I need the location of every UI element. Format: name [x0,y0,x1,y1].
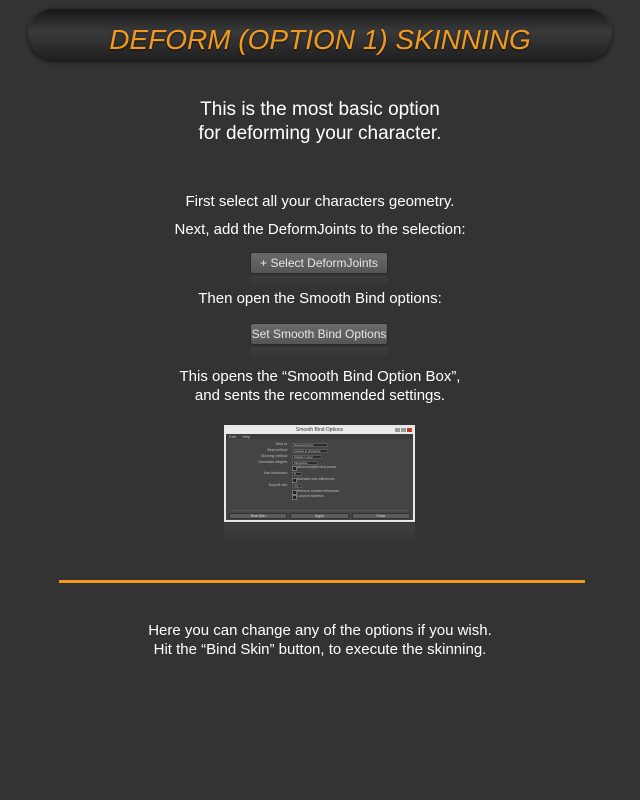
dialog-checkbox-label: Allow multiple bind poses [297,465,337,469]
menu-edit: Edit [229,434,236,439]
step-opens-box-line-2: and sents the recommended settings. [194,387,446,404]
dialog-label: Skinning method: [260,454,288,458]
dialog-row-dropoff-rate: Dropoff rate: 4.0 [226,483,413,488]
dialog-row-skinning-method: Skinning method: Classic Linear [226,454,413,459]
dialog-number-field: 5 [292,471,302,476]
step-opens-box: This opens the “Smooth Bind Option Box”,… [0,367,640,405]
intro-line-1: This is the most basic option [200,99,440,120]
dialog-row-bind-method: Bind method: Closest in hierarchy [226,448,413,453]
dialog-button-row: Bind Skin Apply Close [229,513,410,519]
section-divider [59,580,585,583]
dialog-row-multiple-bind-poses: Allow multiple bind poses [226,465,413,471]
close-icon [407,428,412,432]
dialog-menubar: Edit Help [226,434,413,439]
dialog-checkbox-label: Colorize skeleton [297,494,324,498]
step-open-options: Then open the Smooth Bind options: [198,290,442,307]
select-deform-joints-button[interactable]: + Select DeformJoints [250,252,388,274]
menu-help: Help [242,434,251,439]
outro-line-2: Hit the “Bind Skin” button, to execute t… [153,641,487,658]
set-smooth-bind-options-button[interactable]: Set Smooth Bind Options [250,323,388,345]
page-title: DEFORM (OPTION 1) SKINNING [109,24,531,55]
dialog-dropdown: Interactive [292,460,318,465]
minimize-icon [395,428,400,432]
dialog-dropdown: Selected joints [292,442,328,447]
dialog-number-field: 4.0 [292,483,302,488]
dialog-checkbox-label: Maintain max influences [297,477,335,481]
dialog-row-colorize-skeleton: Colorize skeleton [226,494,413,500]
step-add-joints: Next, add the DeformJoints to the select… [174,221,466,238]
maximize-icon [401,428,406,432]
dialog-label: Max influences: [263,471,288,475]
apply-button: Apply [290,513,349,519]
outro-line-1: Here you can change any of the options i… [148,622,492,639]
bind-skin-button: Bind Skin [229,513,288,519]
dialog-row-bind-to: Bind to: Selected joints [226,442,413,447]
dialog-label: Bind method: [267,448,288,452]
title-banner: DEFORM (OPTION 1) SKINNING [28,8,612,60]
dialog-label: Dropoff rate: [268,483,288,487]
dialog-row-max-influences: Max influences: 5 [226,471,413,476]
close-button: Close [351,513,410,519]
smooth-bind-options-dialog-screenshot: Smooth Bind Options Edit Help Bind to: S… [224,425,415,522]
dialog-row-maintain-max: Maintain max influences [226,477,413,483]
dialog-reflection [224,523,415,549]
outro-text: Here you can change any of the options i… [0,621,640,659]
button-reflection [250,276,388,288]
dialog-dropdown: Closest in hierarchy [292,448,328,453]
intro-text: This is the most basic option for deform… [0,98,640,146]
button-reflection [250,347,388,359]
step-opens-box-line-1: This opens the “Smooth Bind Option Box”, [179,368,461,385]
dialog-title: Smooth Bind Options [226,427,413,434]
step-select-geometry: First select all your characters geometr… [185,193,455,210]
intro-line-2: for deforming your character. [198,123,442,144]
dialog-label: Bind to: [276,442,288,446]
dialog-divider [230,510,409,511]
dialog-dropdown: Classic Linear [292,454,322,459]
